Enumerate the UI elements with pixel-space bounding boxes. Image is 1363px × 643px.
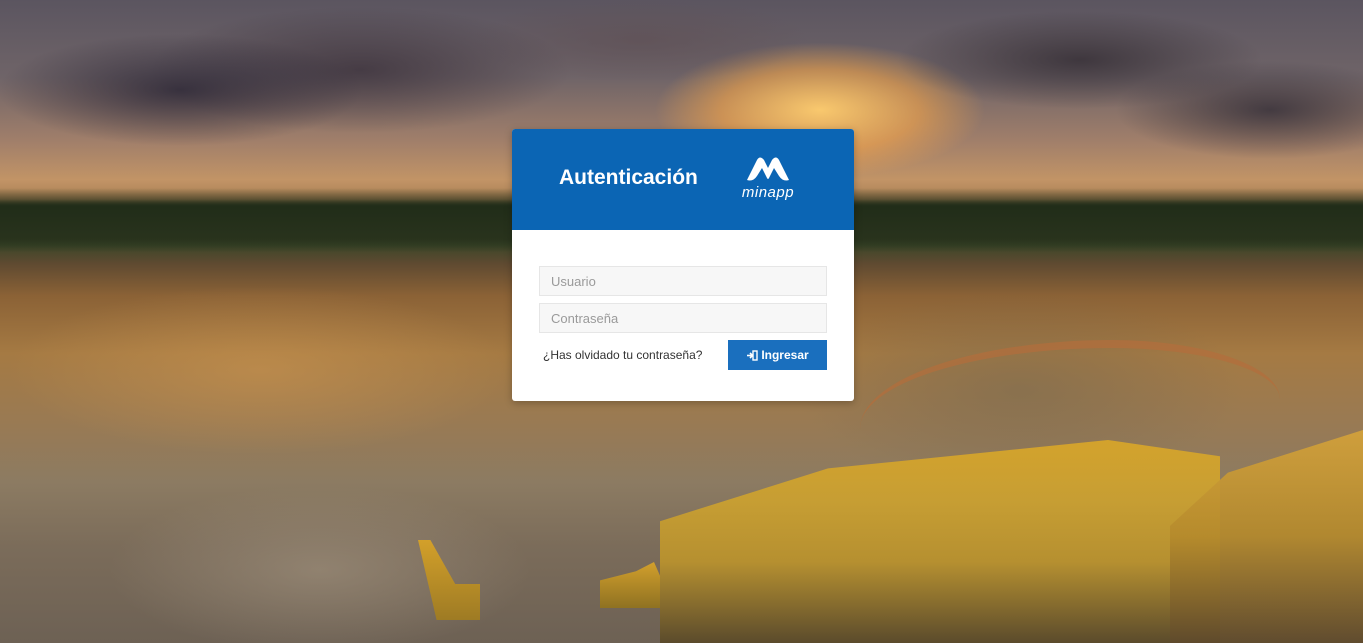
login-title: Autenticación: [559, 166, 698, 189]
logo-text: minapp: [741, 184, 795, 201]
login-card: Autenticación minapp ¿Has olvidado tu co…: [512, 129, 854, 401]
login-button-label: Ingresar: [761, 348, 809, 362]
sign-in-icon: [746, 349, 759, 361]
login-button[interactable]: Ingresar: [728, 340, 827, 370]
background-mining-scene: Autenticación minapp ¿Has olvidado tu co…: [0, 0, 1363, 643]
minapp-logo-icon: [747, 157, 789, 181]
forgot-password-link[interactable]: ¿Has olvidado tu contraseña?: [543, 347, 702, 363]
login-card-header: Autenticación minapp: [512, 129, 854, 230]
minapp-logo: minapp: [733, 154, 803, 204]
password-input[interactable]: [539, 303, 827, 333]
username-input[interactable]: [539, 266, 827, 296]
